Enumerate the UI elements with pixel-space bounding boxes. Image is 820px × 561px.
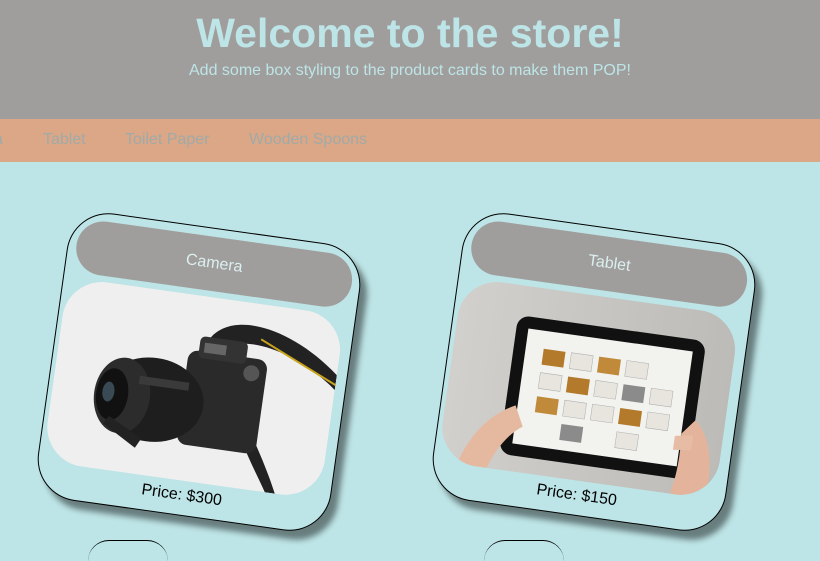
product-card[interactable]: Tablet Price: $150 <box>427 207 761 537</box>
nav-item-toilet-paper[interactable]: Toilet Paper <box>125 131 210 149</box>
page-header: Welcome to the store! Add some box styli… <box>0 0 820 119</box>
product-nav: a Tablet Toilet Paper Wooden Spoons <box>0 119 820 162</box>
camera-image <box>42 276 346 500</box>
nav-item-tablet[interactable]: Tablet <box>43 131 86 149</box>
camera-photo-icon <box>42 276 346 500</box>
product-card-tablet-wrap: Tablet Price: $150 <box>427 207 761 537</box>
nav-item-wooden-spoons[interactable]: Wooden Spoons <box>249 131 367 149</box>
product-card-camera-wrap: Camera Price: $300 <box>32 207 366 537</box>
tablet-image <box>437 276 741 500</box>
next-card-edge <box>484 540 564 561</box>
nav-item-partial[interactable]: a <box>0 131 3 149</box>
page-title: Welcome to the store! <box>196 10 624 56</box>
tablet-photo-icon <box>437 276 741 500</box>
next-card-edge <box>88 540 168 561</box>
product-card[interactable]: Camera Price: $300 <box>32 207 366 537</box>
page-subtitle: Add some box styling to the product card… <box>189 62 631 79</box>
